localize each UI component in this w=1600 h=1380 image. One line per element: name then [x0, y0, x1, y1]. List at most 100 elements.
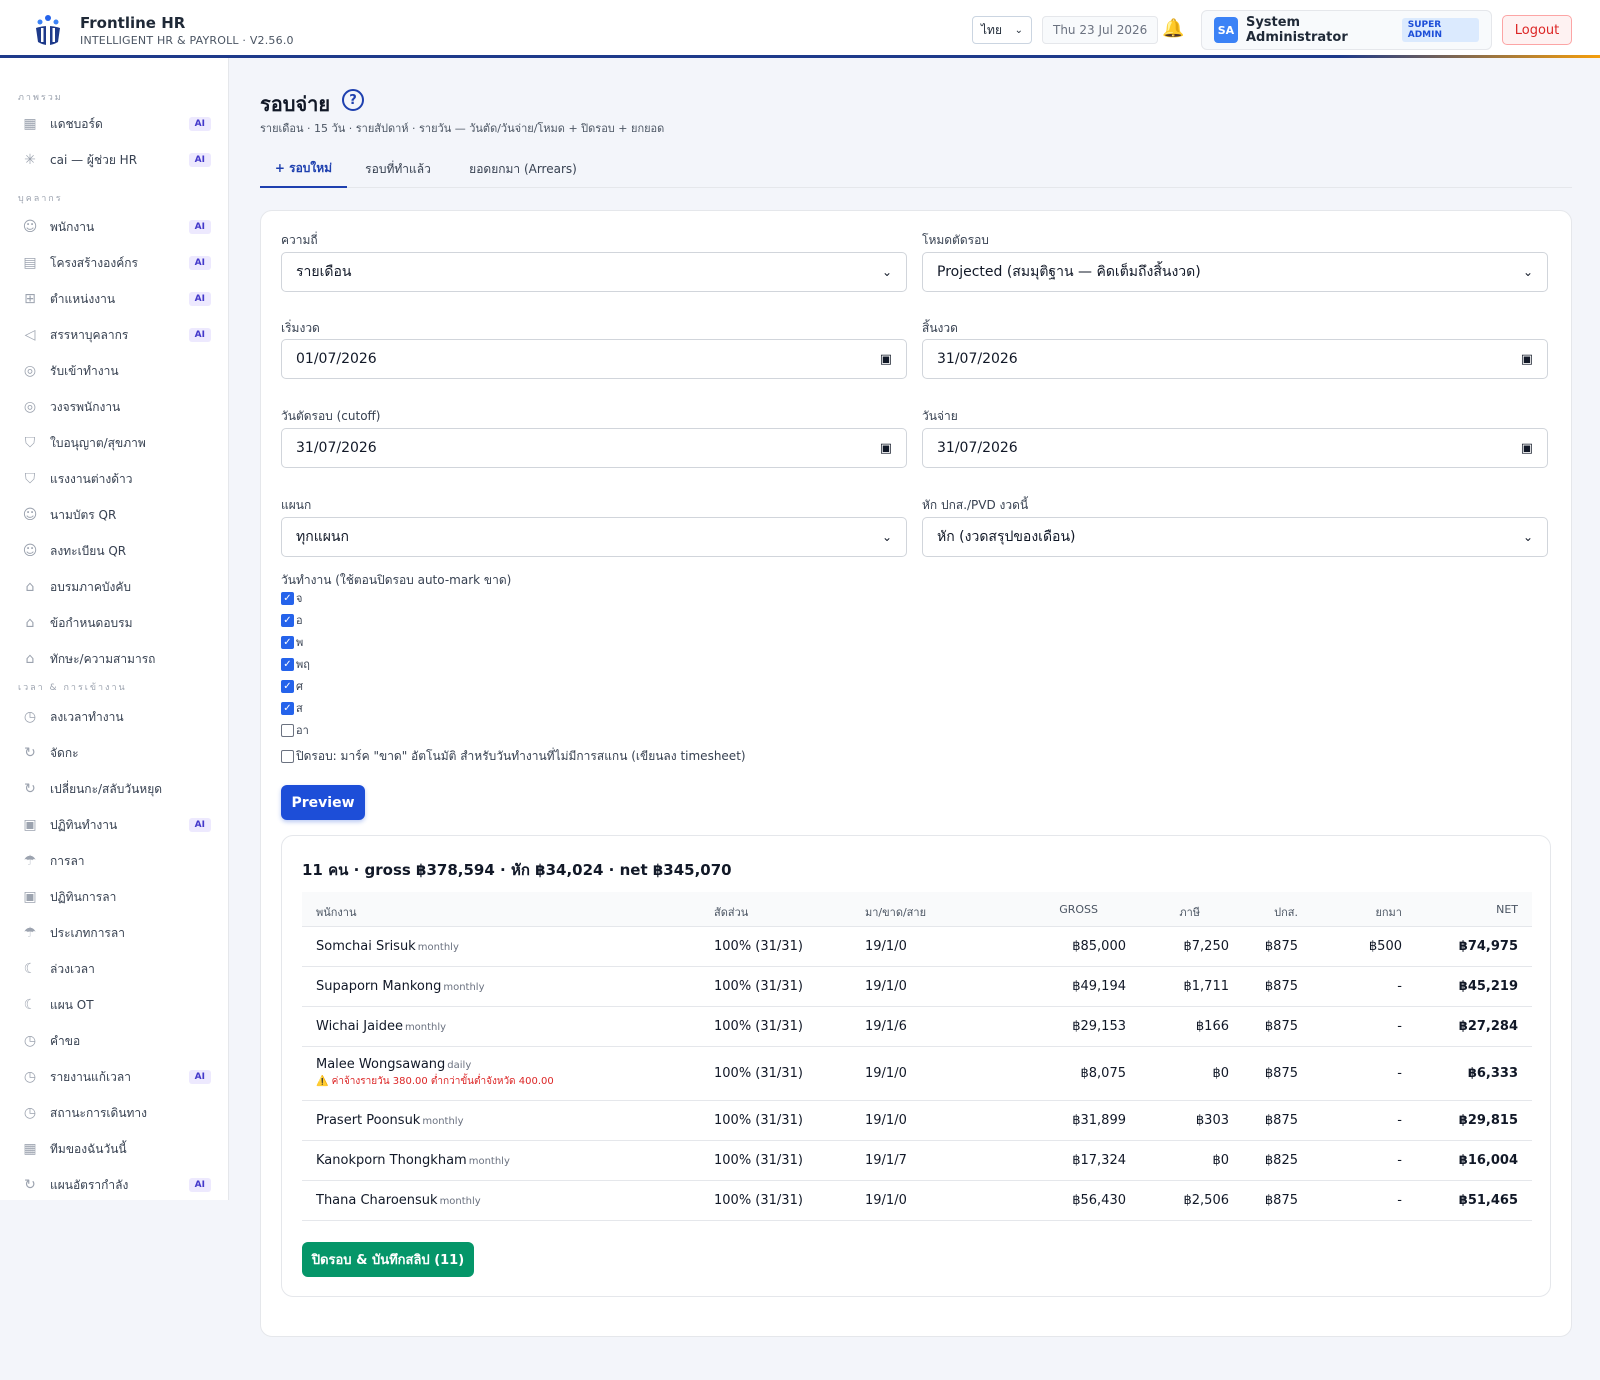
- ratio-cell: 100% (31/31): [714, 1066, 803, 1081]
- sidebar-item-my-team[interactable]: ▦ ทีมของฉันวันนี้: [0, 1134, 228, 1164]
- pay-date-input[interactable]: 31/07/2026 ▣: [922, 428, 1548, 468]
- sidebar-item-mandatory-training[interactable]: ⌂ อบรมภาคบังคับ: [0, 572, 228, 602]
- deduction-value: หัก (งวดสรุปของเดือน): [937, 529, 1076, 545]
- sidebar-item-lifecycle[interactable]: ◎ วงจรพนักงาน: [0, 392, 228, 422]
- sidebar-item-label: พนักงาน: [50, 219, 95, 234]
- sidebar-item-label: นามบัตร QR: [50, 507, 117, 522]
- sidebar-item-label: เปลี่ยนกะ/สลับวันหยุด: [50, 781, 163, 796]
- sidebar-item-label: รับเข้าทำงาน: [50, 363, 119, 378]
- sidebar-item-foreign-workers[interactable]: ⛉ แรงงานต่างด้าว: [0, 464, 228, 494]
- tax-cell: ฿303: [1195, 1113, 1229, 1128]
- brand-title: Frontline HR: [80, 14, 186, 32]
- checkbox-checked-icon: ✓: [281, 657, 294, 671]
- employee-cell: Kanokporn Thongkham monthly: [316, 1153, 510, 1168]
- sidebar-item-leave-calendar[interactable]: ▣ ปฏิทินการลา: [0, 882, 228, 912]
- gross-cell: ฿17,324: [1072, 1153, 1126, 1168]
- auto-mark-absent-checkbox[interactable]: ปิดรอบ: มาร์ค "ขาด" อัตโนมัติ สำหรับวันท…: [281, 747, 746, 766]
- department-select[interactable]: ทุกแผนก ⌄: [281, 517, 907, 557]
- chevron-down-icon: ⌄: [1522, 530, 1533, 544]
- workday-checkbox-mon[interactable]: ✓ จ: [281, 589, 302, 607]
- graduation-icon: ⌂: [25, 615, 35, 631]
- workday-checkbox-sat[interactable]: ✓ ส: [281, 699, 303, 717]
- cutoff-date-input[interactable]: 31/07/2026 ▣: [281, 428, 907, 468]
- help-icon[interactable]: ?: [342, 89, 364, 111]
- sidebar-item-licenses[interactable]: ⛉ ใบอนุญาต/สุขภาพ: [0, 428, 228, 458]
- sidebar-item-leave[interactable]: ☂ การลา: [0, 846, 228, 876]
- tax-cell: ฿166: [1195, 1019, 1229, 1034]
- sidebar-item-training-requirements[interactable]: ⌂ ข้อกำหนดอบรม: [0, 608, 228, 638]
- workday-checkbox-fri[interactable]: ✓ ศ: [281, 677, 303, 695]
- current-date: Thu 23 Jul 2026: [1042, 16, 1159, 44]
- deduction-select[interactable]: หัก (งวดสรุปของเดือน) ⌄: [922, 517, 1548, 557]
- language-value: ไทย: [981, 22, 1002, 37]
- sidebar-item-shifts[interactable]: ↻ จัดกะ: [0, 738, 228, 768]
- calendar-icon[interactable]: ▣: [1521, 441, 1533, 456]
- period-start-input[interactable]: 01/07/2026 ▣: [281, 339, 907, 379]
- chevron-down-icon: ⌄: [1014, 24, 1023, 36]
- sidebar-item-positions[interactable]: ⊞ ตำแหน่งงาน AI: [0, 284, 228, 314]
- sidebar-item-skills[interactable]: ⌂ ทักษะ/ความสามารถ: [0, 644, 228, 674]
- ai-badge: AI: [188, 256, 211, 270]
- period-end-input[interactable]: 31/07/2026 ▣: [922, 339, 1548, 379]
- users-icon: ☺: [22, 507, 38, 523]
- sidebar-item-requests[interactable]: ◷ คำขอ: [0, 1026, 228, 1056]
- pay-type: monthly: [439, 1196, 481, 1207]
- language-select[interactable]: ไทย ⌄: [972, 16, 1032, 44]
- workday-checkbox-wed[interactable]: ✓ พ: [281, 633, 303, 651]
- sidebar-item-shift-swap[interactable]: ↻ เปลี่ยนกะ/สลับวันหยุด: [0, 774, 228, 804]
- logout-button[interactable]: Logout: [1502, 15, 1572, 45]
- checkbox-unchecked-icon: [281, 723, 294, 737]
- sidebar-item-time-clock[interactable]: ◷ ลงเวลาทำงาน: [0, 702, 228, 732]
- workday-checkbox-tue[interactable]: ✓ อ: [281, 611, 303, 629]
- ratio-cell: 100% (31/31): [714, 1193, 803, 1208]
- tab-completed-runs[interactable]: รอบที่ทำแล้ว: [358, 150, 438, 188]
- sidebar-item-qr-register[interactable]: ☺ ลงทะเบียน QR: [0, 536, 228, 566]
- sidebar-item-label: การลา: [50, 853, 85, 868]
- sidebar-item-travel-status[interactable]: ◷ สถานะการเดินทาง: [0, 1098, 228, 1128]
- close-and-save-button[interactable]: ปิดรอบ & บันทึกสลิป (11): [302, 1242, 474, 1277]
- user-menu[interactable]: SA System Administrator SUPER ADMIN: [1201, 10, 1492, 50]
- workday-checkbox-thu[interactable]: ✓ พฤ: [281, 655, 310, 673]
- frequency-select[interactable]: รายเดือน ⌄: [281, 252, 907, 292]
- cutoff-date-value: 31/07/2026: [296, 440, 377, 456]
- sidebar-item-leave-types[interactable]: ☂ ประเภทการลา: [0, 918, 228, 948]
- preview-button[interactable]: Preview: [281, 785, 365, 820]
- employee-cell: Thana Charoensuk monthly: [316, 1193, 481, 1208]
- sidebar-item-org-structure[interactable]: ▤ โครงสร้างองค์กร AI: [0, 248, 228, 278]
- tab-arrears[interactable]: ยอดยกมา (Arrears): [462, 150, 584, 188]
- sidebar-item-onboarding[interactable]: ◎ รับเข้าทำงาน: [0, 356, 228, 386]
- sidebar-item-time-correction[interactable]: ◷ รายงานแก้เวลา AI: [0, 1062, 228, 1092]
- bell-icon[interactable]: 🔔: [1162, 18, 1184, 39]
- pay-type: daily: [447, 1060, 472, 1071]
- sidebar-item-dashboard[interactable]: ▦ แดชบอร์ด AI: [0, 109, 228, 139]
- compass-icon: ◎: [23, 363, 37, 379]
- carryover-cell: -: [1397, 979, 1402, 994]
- sidebar-item-ot-plan[interactable]: ☾ แผน OT: [0, 990, 228, 1020]
- tab-new-run[interactable]: + รอบใหม่: [260, 150, 347, 188]
- sidebar-item-workforce-plan[interactable]: ↻ แผนอัตรากำลัง AI: [0, 1170, 228, 1200]
- sidebar-item-label: สรรหาบุคลากร: [50, 327, 129, 342]
- workday-checkbox-sun[interactable]: อา: [281, 721, 309, 739]
- sidebar: ภาพรวม บุคลากร เวลา & การเข้างาน ▦ แดชบอร…: [0, 58, 229, 1200]
- sidebar-item-label: ทีมของฉันวันนี้: [50, 1141, 127, 1156]
- sidebar-item-employees[interactable]: ☺ พนักงาน AI: [0, 212, 228, 242]
- sidebar-item-label: ทักษะ/ความสามารถ: [50, 651, 156, 666]
- megaphone-icon: ◁: [24, 327, 36, 343]
- calendar-icon[interactable]: ▣: [880, 352, 892, 367]
- moon-icon: ☾: [23, 961, 37, 977]
- employee-name: Supaporn Mankong: [316, 979, 442, 994]
- tab-bar: + รอบใหม่ รอบที่ทำแล้ว ยอดยกมา (Arrears): [260, 150, 1572, 188]
- sidebar-item-work-calendar[interactable]: ▣ ปฏิทินทำงาน AI: [0, 810, 228, 840]
- workday-label: ศ: [296, 680, 303, 693]
- table-row: Wichai Jaidee monthly 100% (31/31) 19/1/6…: [302, 1007, 1532, 1047]
- calendar-icon[interactable]: ▣: [1521, 352, 1533, 367]
- carryover-cell: -: [1397, 1066, 1402, 1081]
- sidebar-item-recruitment[interactable]: ◁ สรรหาบุคลากร AI: [0, 320, 228, 350]
- sidebar-item-qr-card[interactable]: ☺ นามบัตร QR: [0, 500, 228, 530]
- sidebar-item-assistant[interactable]: ✳ cai — ผู้ช่วย HR AI: [0, 145, 228, 175]
- calendar-icon[interactable]: ▣: [880, 441, 892, 456]
- cutoff-mode-select[interactable]: Projected (สมมุติฐาน — คิดเต็มถึงสิ้นงวด…: [922, 252, 1548, 292]
- employee-cell: Wichai Jaidee monthly: [316, 1019, 446, 1034]
- sidebar-item-overtime[interactable]: ☾ ล่วงเวลา: [0, 954, 228, 984]
- avatar: SA: [1214, 17, 1238, 43]
